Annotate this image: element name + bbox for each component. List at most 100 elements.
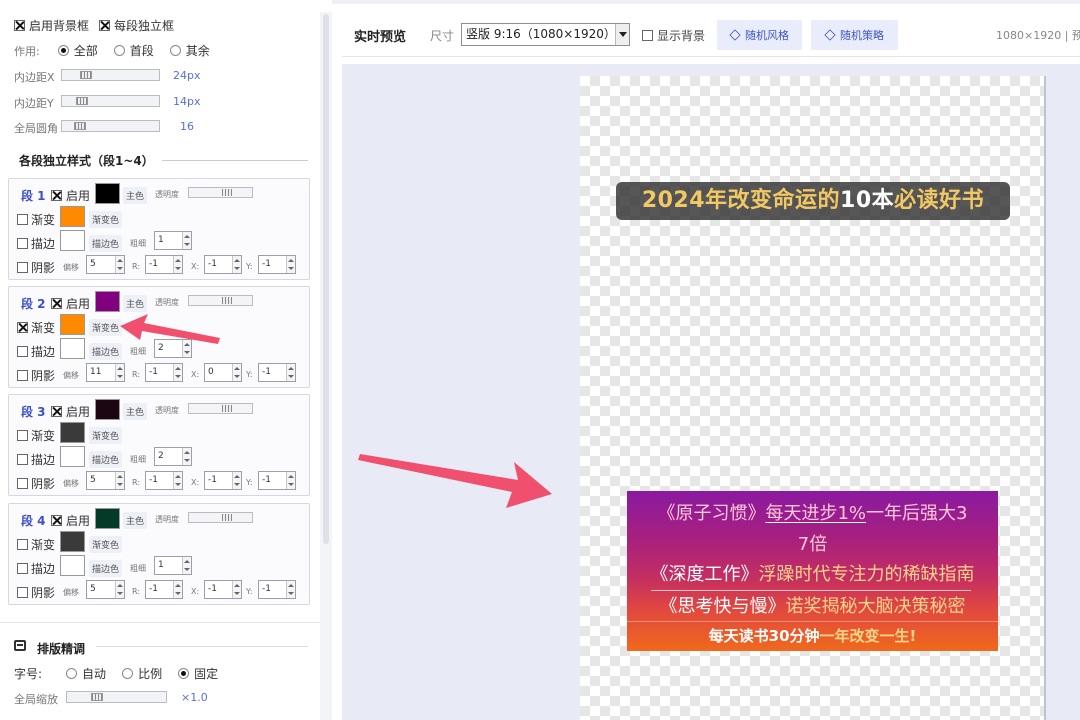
stroke-option[interactable]: 描边: [17, 451, 55, 468]
opacity-slider-handle[interactable]: [222, 189, 232, 196]
gradient-checkbox[interactable]: [17, 214, 28, 225]
gradient-color-swatch[interactable]: [60, 206, 85, 227]
font-auto-radio[interactable]: [66, 668, 78, 679]
main-color-swatch[interactable]: [95, 508, 120, 529]
scale-slider[interactable]: [66, 691, 167, 703]
stroke-checkbox[interactable]: [17, 454, 28, 465]
spinner-arrows-icon[interactable]: [232, 472, 241, 489]
stroke-width-input[interactable]: 1: [154, 231, 192, 250]
spinner-arrows-icon[interactable]: [286, 472, 295, 489]
spinner-arrows-icon[interactable]: [115, 472, 124, 489]
padding-y-slider-handle[interactable]: [76, 97, 88, 105]
stroke-color-swatch[interactable]: [60, 338, 85, 359]
stroke-color-tag[interactable]: 描边色: [89, 235, 123, 252]
shadow-offset-input[interactable]: 5: [86, 471, 125, 490]
stroke-color-swatch[interactable]: [60, 230, 85, 251]
segment-enable-option[interactable]: 启用: [51, 187, 90, 204]
shadow-checkbox[interactable]: [17, 478, 28, 489]
main-color-tag[interactable]: 主色: [123, 187, 148, 204]
shadow-y-input[interactable]: -1: [258, 255, 296, 274]
opacity-slider[interactable]: [188, 403, 253, 414]
segment-enable-checkbox[interactable]: [51, 515, 62, 526]
shadow-checkbox[interactable]: [17, 262, 28, 273]
stroke-color-tag[interactable]: 描边色: [89, 560, 123, 577]
stroke-checkbox[interactable]: [17, 238, 28, 249]
gradient-color-tag[interactable]: 渐变色: [89, 427, 123, 444]
padding-y-slider[interactable]: [61, 95, 160, 107]
spinner-arrows-icon[interactable]: [173, 581, 182, 598]
gradient-checkbox[interactable]: [17, 322, 28, 333]
spinner-arrows-icon[interactable]: [115, 364, 124, 381]
gradient-color-tag[interactable]: 渐变色: [89, 536, 123, 553]
spinner-arrows-icon[interactable]: [286, 581, 295, 598]
shadow-r-input[interactable]: -1: [145, 363, 183, 382]
spinner-arrows-icon[interactable]: [182, 557, 191, 574]
shadow-r-input[interactable]: -1: [145, 471, 183, 490]
padding-x-slider-handle[interactable]: [80, 71, 92, 79]
shadow-option[interactable]: 阴影: [17, 259, 55, 276]
gradient-option[interactable]: 渐变: [17, 536, 55, 553]
main-color-swatch[interactable]: [95, 291, 120, 312]
segment-enable-checkbox[interactable]: [51, 298, 62, 309]
stroke-option[interactable]: 描边: [17, 235, 55, 252]
spinner-arrows-icon[interactable]: [286, 256, 295, 273]
shadow-x-input[interactable]: -1: [204, 580, 242, 599]
shadow-offset-input[interactable]: 5: [86, 255, 125, 274]
segment-enable-checkbox[interactable]: [51, 190, 62, 201]
shadow-checkbox[interactable]: [17, 587, 28, 598]
shadow-option[interactable]: 阴影: [17, 584, 55, 601]
scale-slider-handle[interactable]: [91, 693, 103, 701]
spinner-arrows-icon[interactable]: [182, 232, 191, 249]
spinner-arrows-icon[interactable]: [232, 581, 241, 598]
opacity-slider[interactable]: [188, 187, 253, 198]
gradient-option[interactable]: 渐变: [17, 319, 55, 336]
segment-enable-checkbox[interactable]: [51, 406, 62, 417]
spinner-arrows-icon[interactable]: [286, 364, 295, 381]
shadow-y-input[interactable]: -1: [258, 580, 296, 599]
gradient-color-tag[interactable]: 渐变色: [89, 211, 123, 228]
stroke-option[interactable]: 描边: [17, 343, 55, 360]
size-select[interactable]: 竖版 9:16（1080×1920）: [461, 23, 630, 46]
shadow-checkbox[interactable]: [17, 370, 28, 381]
font-fixed-radio[interactable]: [178, 668, 190, 679]
main-color-tag[interactable]: 主色: [123, 403, 148, 420]
stroke-checkbox[interactable]: [17, 346, 28, 357]
spinner-arrows-icon[interactable]: [115, 581, 124, 598]
shadow-x-input[interactable]: -1: [204, 471, 242, 490]
opacity-slider-handle[interactable]: [222, 405, 232, 412]
segment-enable-option[interactable]: 启用: [51, 295, 90, 312]
dropdown-arrow-icon[interactable]: [615, 24, 629, 45]
main-color-swatch[interactable]: [95, 399, 120, 420]
stroke-checkbox[interactable]: [17, 563, 28, 574]
apply-first-radio[interactable]: [113, 45, 125, 56]
enable-bg-frame-option[interactable]: 启用背景框: [14, 17, 89, 34]
padding-x-slider[interactable]: [61, 69, 160, 81]
opacity-slider[interactable]: [188, 512, 253, 523]
shadow-y-input[interactable]: -1: [258, 363, 296, 382]
gradient-color-swatch[interactable]: [60, 422, 85, 443]
stroke-width-input[interactable]: 1: [154, 556, 192, 575]
shadow-option[interactable]: 阴影: [17, 367, 55, 384]
shadow-r-input[interactable]: -1: [145, 580, 183, 599]
shadow-x-input[interactable]: 0: [204, 363, 242, 382]
spinner-arrows-icon[interactable]: [232, 364, 241, 381]
shadow-r-input[interactable]: -1: [145, 255, 183, 274]
gradient-checkbox[interactable]: [17, 430, 28, 441]
panel-scrollbar-thumb[interactable]: [323, 14, 329, 544]
apply-all-radio[interactable]: [57, 45, 69, 56]
spinner-arrows-icon[interactable]: [173, 256, 182, 273]
opacity-slider-handle[interactable]: [222, 514, 232, 521]
font-ratio-radio[interactable]: [122, 668, 134, 679]
each-independent-checkbox[interactable]: [99, 20, 110, 31]
apply-rest-radio[interactable]: [169, 45, 181, 56]
stroke-option[interactable]: 描边: [17, 560, 55, 577]
spinner-arrows-icon[interactable]: [232, 256, 241, 273]
spinner-arrows-icon[interactable]: [115, 256, 124, 273]
segment-enable-option[interactable]: 启用: [51, 512, 90, 529]
random-style-button[interactable]: 随机风格: [717, 20, 802, 50]
segment-enable-option[interactable]: 启用: [51, 403, 90, 420]
opacity-slider-handle[interactable]: [222, 297, 232, 304]
gradient-option[interactable]: 渐变: [17, 211, 55, 228]
each-independent-option[interactable]: 每段独立框: [99, 17, 174, 34]
gradient-checkbox[interactable]: [17, 539, 28, 550]
